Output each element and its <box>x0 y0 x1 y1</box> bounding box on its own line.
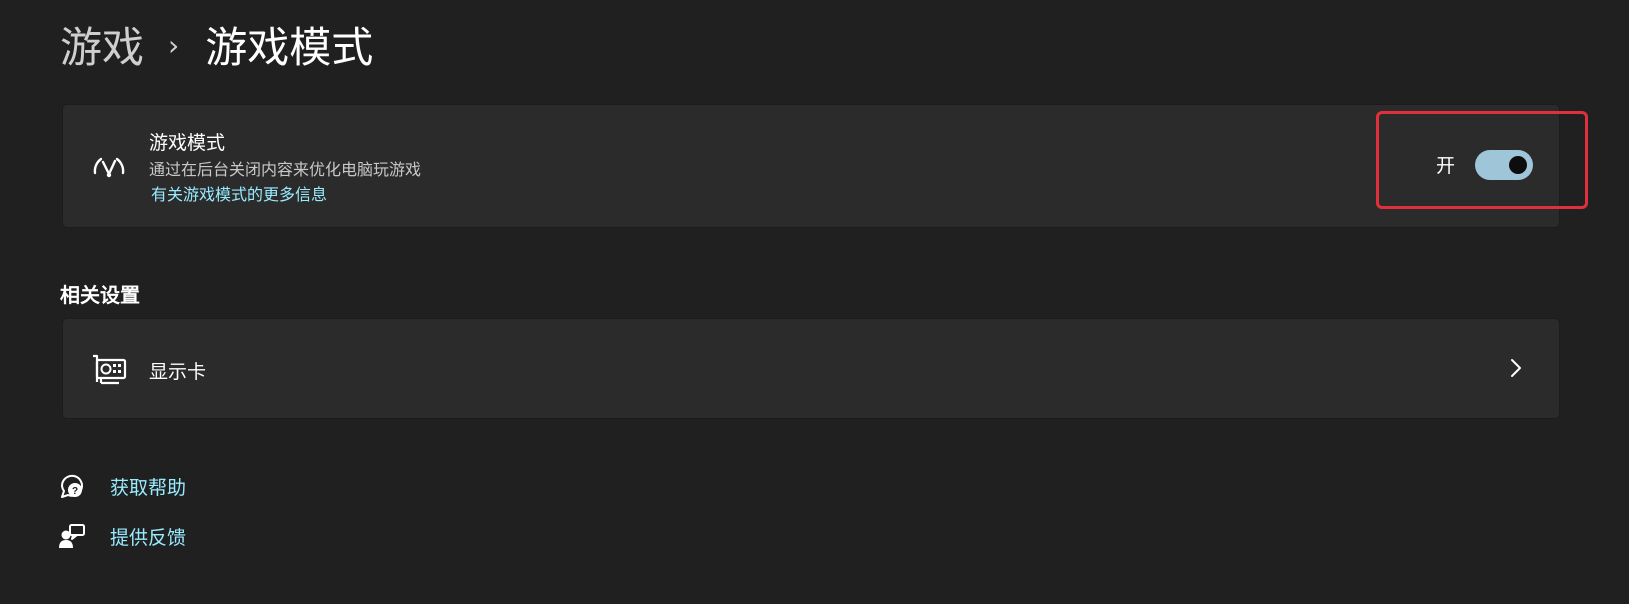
page-title: 游戏模式 <box>205 23 374 72</box>
give-feedback-label: 提供反馈 <box>110 526 187 549</box>
toggle-knob <box>1509 156 1527 174</box>
breadcrumb-parent-games[interactable]: 游戏 <box>60 20 144 76</box>
graphics-card-settings-item[interactable]: 显示卡 <box>62 318 1560 419</box>
game-mode-title: 游戏模式 <box>149 132 226 154</box>
get-help-link[interactable]: ? 获取帮助 <box>58 468 186 504</box>
game-mode-card: 游戏模式 通过在后台关闭内容来优化电脑玩游戏 有关游戏模式的更多信息 开 <box>62 104 1560 228</box>
feedback-icon <box>59 524 85 548</box>
svg-text:?: ? <box>72 486 78 497</box>
graphics-card-label: 显示卡 <box>149 361 207 383</box>
graphics-card-icon <box>93 354 127 385</box>
breadcrumb-separator: › <box>168 29 180 62</box>
help-chat-icon: ? <box>60 474 83 498</box>
game-mode-toggle[interactable] <box>1475 150 1533 180</box>
toggle-state-label: 开 <box>1436 155 1456 177</box>
settings-page: 游戏 › 游戏模式 游戏模式 通过在后台关闭内容来优化电脑玩游戏 有关游戏模式的… <box>0 0 1629 604</box>
related-settings-heading: 相关设置 <box>60 283 140 307</box>
chevron-right-icon <box>1511 359 1521 377</box>
give-feedback-link[interactable]: 提供反馈 <box>58 518 186 554</box>
breadcrumb: 游戏 › 游戏模式 <box>60 20 373 76</box>
game-mode-more-info-link[interactable]: 有关游戏模式的更多信息 <box>151 181 327 205</box>
speedometer-icon <box>93 157 125 178</box>
get-help-label: 获取帮助 <box>110 476 187 499</box>
game-mode-description: 通过在后台关闭内容来优化电脑玩游戏 <box>149 160 422 179</box>
